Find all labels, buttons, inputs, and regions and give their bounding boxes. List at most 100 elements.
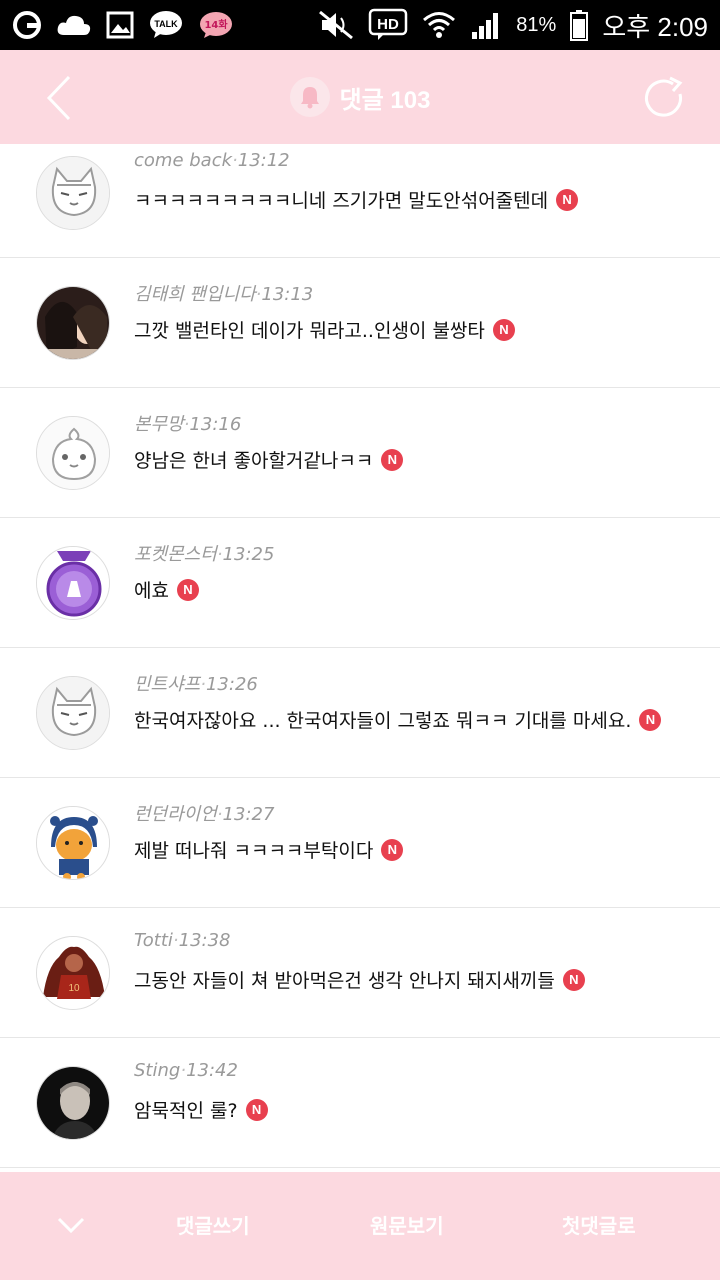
new-badge: N bbox=[381, 838, 404, 861]
comment-meta: 포켓몬스터·13:25 bbox=[134, 544, 275, 565]
comment-time: 13:12 bbox=[237, 150, 290, 171]
comment-row[interactable]: 민트샤프·13:26 한국여자잖아요 ... 한국여자들이 그렇죠 뭐ㅋㅋ 기대… bbox=[0, 648, 720, 778]
refresh-icon bbox=[645, 76, 683, 117]
comment-meta: Totti·13:38 bbox=[134, 930, 231, 951]
comment-author: come back bbox=[134, 150, 233, 171]
apeach-avatar-icon bbox=[37, 417, 109, 489]
wifi-icon bbox=[422, 10, 456, 40]
refresh-button[interactable] bbox=[634, 68, 694, 128]
ryan-avatar-icon bbox=[37, 807, 109, 879]
comment-time: 13:13 bbox=[261, 284, 314, 305]
comment-text: 그깟 밸런타인 데이가 뭐라고..인생이 불쌍타 N bbox=[134, 316, 515, 343]
comment-time: 13:16 bbox=[189, 414, 242, 435]
cat-avatar-icon bbox=[37, 157, 109, 229]
comment-author: 김태희 팬입니다 bbox=[134, 284, 256, 305]
comment-time: 13:27 bbox=[222, 804, 275, 825]
avatar[interactable] bbox=[36, 806, 110, 880]
comment-meta: 민트샤프·13:26 bbox=[134, 674, 258, 695]
comment-list[interactable]: come back·13:12 ㅋㅋㅋㅋㅋㅋㅋㅋㅋ니네 즈기가면 말도안섞어줄텐… bbox=[0, 144, 720, 1172]
svg-text:10: 10 bbox=[68, 983, 80, 994]
clock: 오후 2:09 bbox=[602, 11, 708, 42]
cat-avatar-icon bbox=[37, 677, 109, 749]
comment-row[interactable]: 김태희 팬입니다·13:13 그깟 밸런타인 데이가 뭐라고..인생이 불쌍타 N bbox=[0, 258, 720, 388]
comment-time: 13:42 bbox=[186, 1060, 238, 1081]
comment-meta: 런던라이언·13:27 bbox=[134, 804, 275, 825]
comment-body: 그깟 밸런타인 데이가 뭐라고..인생이 불쌍타 bbox=[134, 320, 485, 342]
comment-author: 본무망 bbox=[134, 414, 184, 435]
battery-icon bbox=[570, 9, 589, 41]
avatar[interactable]: 10 bbox=[36, 936, 110, 1010]
comment-text: 암묵적인 룰? N bbox=[134, 1096, 268, 1123]
comment-body: 암묵적인 룰? bbox=[134, 1100, 238, 1122]
collapse-button[interactable] bbox=[56, 1210, 86, 1240]
view-original-button[interactable]: 원문보기 bbox=[370, 1210, 444, 1239]
comment-time: 13:38 bbox=[178, 930, 231, 951]
comment-meta: 본무망·13:16 bbox=[134, 414, 242, 435]
back-button[interactable] bbox=[28, 68, 88, 128]
header-bar: 댓글 103 bbox=[0, 50, 720, 144]
comment-time: 13:26 bbox=[205, 674, 258, 695]
avatar[interactable] bbox=[36, 676, 110, 750]
comment-author: Sting bbox=[134, 1060, 181, 1081]
kakaotalk-icon: TALK bbox=[148, 10, 184, 40]
new-badge: N bbox=[492, 318, 515, 341]
app-logo-icon bbox=[12, 10, 42, 40]
player-avatar-icon: 10 bbox=[37, 937, 109, 1009]
hd-voice-icon: HD bbox=[368, 8, 408, 42]
comment-text: ㅋㅋㅋㅋㅋㅋㅋㅋㅋ니네 즈기가면 말도안섞어줄텐데 N bbox=[134, 186, 579, 213]
gallery-icon bbox=[106, 11, 134, 39]
new-badge: N bbox=[381, 448, 404, 471]
svg-text:14화: 14화 bbox=[204, 19, 228, 31]
comment-text: 제발 떠나줘 ㅋㅋㅋㅋ부탁이다 N bbox=[134, 836, 404, 863]
comment-row[interactable]: 본무망·13:16 양남은 한녀 좋아할거같나ㅋㅋ N bbox=[0, 388, 720, 518]
avatar[interactable] bbox=[36, 416, 110, 490]
notification-badge-icon: 14화 bbox=[198, 10, 234, 40]
header-title-group: 댓글 103 bbox=[289, 77, 430, 117]
comment-author: 런던라이언 bbox=[134, 804, 217, 825]
status-bar: TALK 14화 HD 81% 오후 2:09 bbox=[0, 0, 720, 50]
comment-text: 그동안 자들이 쳐 받아먹은건 생각 안나지 돼지새끼들 N bbox=[134, 966, 585, 993]
comment-text: 한국여자잖아요 ... 한국여자들이 그렇죠 뭐ㅋㅋ 기대를 마세요. N bbox=[134, 706, 662, 733]
chevron-left-icon bbox=[46, 75, 71, 121]
new-badge: N bbox=[562, 968, 585, 991]
mute-icon bbox=[318, 10, 354, 40]
comment-row[interactable]: come back·13:12 ㅋㅋㅋㅋㅋㅋㅋㅋㅋ니네 즈기가면 말도안섞어줄텐… bbox=[0, 144, 720, 258]
comment-text: 에효 N bbox=[134, 576, 199, 603]
avatar[interactable] bbox=[36, 546, 110, 620]
chevron-down-icon bbox=[57, 1217, 85, 1234]
comment-body: 한국여자잖아요 ... 한국여자들이 그렇죠 뭐ㅋㅋ 기대를 마세요. bbox=[134, 710, 632, 732]
comment-author: 민트샤프 bbox=[134, 674, 201, 695]
svg-text:HD: HD bbox=[377, 16, 399, 33]
comment-body: 제발 떠나줘 ㅋㅋㅋㅋ부탁이다 bbox=[134, 840, 374, 862]
new-badge: N bbox=[245, 1098, 268, 1121]
comment-row[interactable]: 포켓몬스터·13:25 에효 N bbox=[0, 518, 720, 648]
comment-meta: come back·13:12 bbox=[134, 150, 290, 171]
svg-text:TALK: TALK bbox=[154, 19, 178, 29]
comment-author: Totti bbox=[134, 930, 173, 951]
comment-row[interactable]: 런던라이언·13:27 제발 떠나줘 ㅋㅋㅋㅋ부탁이다 N bbox=[0, 778, 720, 908]
comment-author: 포켓몬스터 bbox=[134, 544, 217, 565]
new-badge: N bbox=[176, 578, 199, 601]
photo-avatar-icon bbox=[37, 287, 109, 359]
comment-row[interactable]: Sting·13:42 암묵적인 룰? N bbox=[0, 1038, 720, 1168]
comment-body: 그동안 자들이 쳐 받아먹은건 생각 안나지 돼지새끼들 bbox=[134, 970, 555, 992]
comment-time: 13:25 bbox=[222, 544, 275, 565]
portrait-avatar-icon bbox=[37, 1067, 109, 1139]
cloud-icon bbox=[56, 13, 92, 37]
comment-meta: 김태희 팬입니다·13:13 bbox=[134, 284, 314, 305]
avatar[interactable] bbox=[36, 1066, 110, 1140]
comment-text: 양남은 한녀 좋아할거같나ㅋㅋ N bbox=[134, 446, 404, 473]
bottom-toolbar: 댓글쓰기 원문보기 첫댓글로 bbox=[0, 1172, 720, 1280]
new-badge: N bbox=[639, 708, 662, 731]
comment-row[interactable]: 10 Totti·13:38 그동안 자들이 쳐 받아먹은건 생각 안나지 돼지… bbox=[0, 908, 720, 1038]
club-crest-avatar-icon bbox=[37, 547, 109, 619]
new-badge: N bbox=[556, 188, 579, 211]
comment-meta: Sting·13:42 bbox=[134, 1060, 238, 1081]
comment-body: 양남은 한녀 좋아할거같나ㅋㅋ bbox=[134, 450, 374, 472]
avatar[interactable] bbox=[36, 286, 110, 360]
first-comment-button[interactable]: 첫댓글로 bbox=[562, 1210, 636, 1239]
write-comment-button[interactable]: 댓글쓰기 bbox=[176, 1210, 250, 1239]
comment-body: 에효 bbox=[134, 580, 169, 602]
bell-icon[interactable] bbox=[289, 77, 330, 117]
avatar[interactable] bbox=[36, 156, 110, 230]
